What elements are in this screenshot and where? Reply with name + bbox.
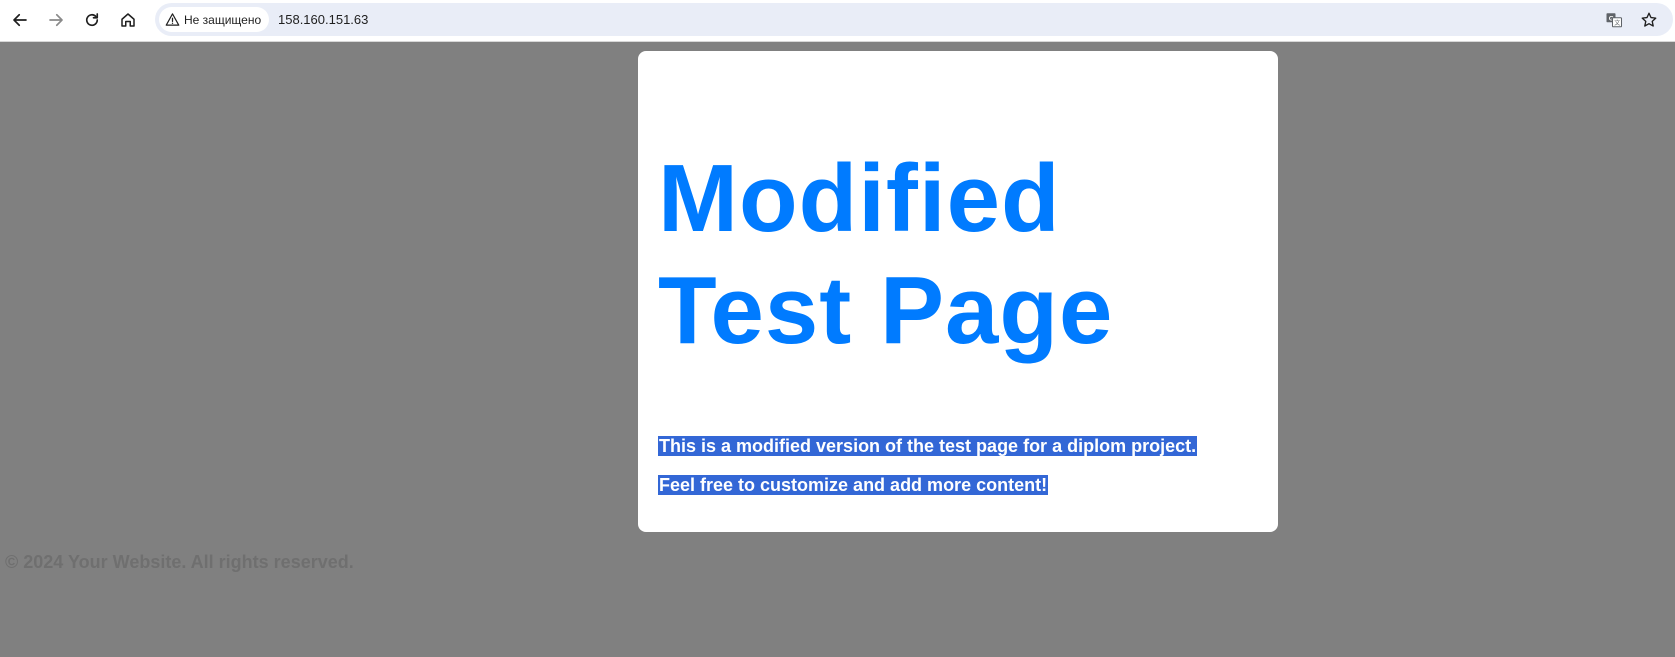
address-bar[interactable]: Не защищено 158.160.151.63 G文 (155, 3, 1673, 36)
browser-toolbar: Не защищено 158.160.151.63 G文 (0, 0, 1675, 42)
intro-text: This is a modified version of the test p… (658, 436, 1198, 456)
home-icon (121, 13, 135, 27)
bookmark-star-icon (1641, 12, 1657, 27)
reload-button[interactable] (77, 5, 107, 35)
page-heading: Modified Test Page (658, 145, 1114, 364)
security-indicator[interactable]: Не защищено (159, 7, 270, 32)
page-footer: © 2024 Your Website. All rights reserved… (5, 552, 354, 572)
back-button[interactable] (5, 5, 35, 35)
intro-paragraph: This is a modified version of the test p… (658, 435, 1198, 457)
home-button[interactable] (113, 5, 143, 35)
back-icon (13, 13, 27, 27)
warning-icon (165, 13, 180, 26)
security-label: Не защищено (184, 12, 262, 27)
reload-icon (85, 13, 99, 27)
translate-icon: G文 (1606, 13, 1623, 28)
note-text: Feel free to customize and add more cont… (658, 475, 1049, 495)
note-paragraph: Feel free to customize and add more cont… (658, 474, 1049, 496)
forward-icon (49, 13, 63, 27)
content-card: Modified Test Page This is a modified ve… (638, 51, 1278, 532)
url-text[interactable]: 158.160.151.63 (278, 12, 368, 27)
bookmark-button[interactable] (1639, 10, 1659, 30)
forward-button[interactable] (41, 5, 71, 35)
translate-button[interactable]: G文 (1604, 10, 1624, 30)
svg-text:文: 文 (1614, 19, 1620, 27)
